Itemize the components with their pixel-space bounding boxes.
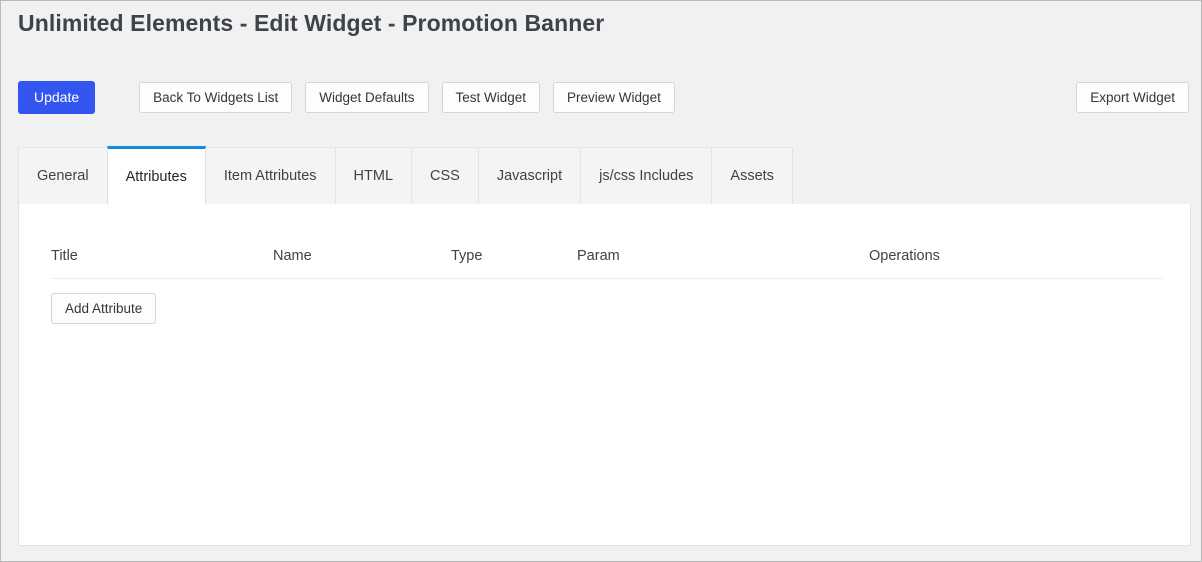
tab-attributes[interactable]: Attributes <box>106 146 206 205</box>
page-title: Unlimited Elements - Edit Widget - Promo… <box>18 10 605 36</box>
tab-assets[interactable]: Assets <box>711 147 793 205</box>
table-header-row: Title Name Type Param Operations <box>51 234 1163 279</box>
tab-item-attributes[interactable]: Item Attributes <box>204 147 336 205</box>
toolbar-right: Export Widget <box>1076 81 1189 113</box>
tab-label: Item Attributes <box>223 168 317 184</box>
tab-label: Javascript <box>496 168 563 184</box>
tab-label: General <box>37 168 89 184</box>
attributes-table: Title Name Type Param Operations <box>51 234 1163 279</box>
test-widget-button[interactable]: Test Widget <box>441 81 541 113</box>
tab-label: Attributes <box>125 168 187 185</box>
tab-label: CSS <box>430 168 460 184</box>
preview-widget-button[interactable]: Preview Widget <box>553 81 675 113</box>
column-header-type: Type <box>451 234 577 279</box>
column-header-operations: Operations <box>869 234 1163 279</box>
column-header-name: Name <box>273 234 451 279</box>
tab-css[interactable]: CSS <box>411 147 479 205</box>
tab-label: HTML <box>353 168 394 184</box>
column-header-param: Param <box>577 234 869 279</box>
attributes-tab-panel: Title Name Type Param Operations Add Att… <box>18 204 1191 546</box>
tab-js-css-includes[interactable]: js/css Includes <box>580 147 713 205</box>
update-button[interactable]: Update <box>18 80 96 114</box>
back-to-widgets-list-button[interactable]: Back To Widgets List <box>139 81 293 113</box>
tab-label: js/css Includes <box>599 168 694 184</box>
tab-strip: General Attributes Item Attributes HTML … <box>18 146 793 205</box>
edit-widget-window: Unlimited Elements - Edit Widget - Promo… <box>0 0 1202 562</box>
tab-html[interactable]: HTML <box>334 147 413 205</box>
toolbar: Update Back To Widgets List Widget Defau… <box>18 80 675 114</box>
tab-label: Assets <box>730 168 774 184</box>
add-attribute-button[interactable]: Add Attribute <box>51 293 157 324</box>
tab-javascript[interactable]: Javascript <box>477 147 582 205</box>
tab-general[interactable]: General <box>18 147 108 205</box>
column-header-title: Title <box>51 234 273 279</box>
attributes-table-head: Title Name Type Param Operations <box>51 234 1163 279</box>
widget-defaults-button[interactable]: Widget Defaults <box>305 81 429 113</box>
export-widget-button[interactable]: Export Widget <box>1076 81 1189 113</box>
